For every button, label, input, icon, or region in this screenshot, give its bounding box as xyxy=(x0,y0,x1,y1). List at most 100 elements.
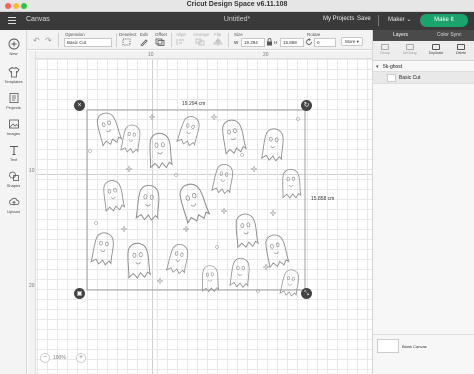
sidebar-item-label: Shapes xyxy=(6,183,21,188)
undo-icon[interactable]: ↶ xyxy=(33,36,40,45)
group-button[interactable]: Group xyxy=(375,44,395,55)
align-icon[interactable] xyxy=(176,38,186,46)
machine-label: Maker xyxy=(388,17,405,23)
tab-layers[interactable]: Layers xyxy=(393,32,408,38)
rotate-icon: ↻ xyxy=(303,102,310,109)
toolbar-divider xyxy=(171,33,172,47)
rotate-label: Rotate xyxy=(307,32,321,37)
text-icon xyxy=(9,146,18,155)
sidebar-item-label: Images xyxy=(6,131,21,136)
edit-icon[interactable] xyxy=(139,38,149,46)
lock-icon[interactable] xyxy=(266,38,273,46)
arrange-label: Arrange xyxy=(193,32,210,37)
panel-tabs: Layers Color Sync xyxy=(373,30,474,41)
size-label: Size xyxy=(234,32,243,37)
height-label: H xyxy=(274,40,278,45)
align-label: Align xyxy=(176,32,187,37)
operation-select[interactable]: Basic Cut xyxy=(64,38,112,47)
layer-thumbnail xyxy=(387,74,396,82)
more-button[interactable]: More ▾ xyxy=(341,37,363,46)
layer-group-name: 5k-ghost xyxy=(383,64,403,70)
toolbar-divider xyxy=(228,33,229,47)
sidebar-item-label: Upload xyxy=(7,209,20,214)
height-input[interactable]: 15.858 xyxy=(280,38,304,47)
layer-actions: Group UnGroup Duplicate Delete xyxy=(373,41,474,61)
duplicate-label: Duplicate xyxy=(428,51,444,55)
offset-icon[interactable] xyxy=(155,38,165,46)
group-icon xyxy=(381,44,389,50)
design-canvas[interactable]: 10 20 10 20 19.294 cm 15.858 cm × ↻ ▣ ⤡ … xyxy=(28,51,372,374)
delete-handle[interactable]: × xyxy=(74,100,85,111)
trash-icon xyxy=(457,44,465,50)
flip-icon[interactable] xyxy=(213,38,223,46)
app-window: Cricut Design Space v6.11.108 Canvas Unt… xyxy=(0,0,474,374)
layer-row[interactable]: Basic Cut xyxy=(373,72,474,84)
arrange-icon[interactable] xyxy=(195,38,205,46)
close-icon: × xyxy=(77,102,82,109)
resize-icon: ⤡ xyxy=(304,291,309,297)
window-title: Cricut Design Space v6.11.108 xyxy=(186,1,288,8)
group-label: Group xyxy=(380,51,390,55)
redo-icon[interactable]: ↷ xyxy=(45,36,52,45)
machine-selector[interactable]: Maker ⌄ xyxy=(388,16,411,23)
zoom-level: 100% xyxy=(53,355,66,361)
sidebar-item-new[interactable]: New xyxy=(0,38,27,56)
width-input[interactable]: 19.294 xyxy=(241,38,265,47)
projects-icon xyxy=(9,93,18,103)
rotate-icon xyxy=(306,38,312,45)
chevron-down-icon: ⌄ xyxy=(406,17,412,23)
zoom-out-button[interactable]: − xyxy=(40,353,50,363)
chevron-down-icon[interactable]: ▾ xyxy=(376,64,379,70)
deselect-icon[interactable] xyxy=(122,38,132,46)
sidebar-item-images[interactable]: Images xyxy=(0,118,27,136)
shapes-icon xyxy=(8,171,19,181)
ungroup-icon xyxy=(406,44,414,50)
operation-label: Operation xyxy=(65,32,85,37)
width-label: W xyxy=(234,40,239,45)
app-header: Canvas Untitled* My Projects Save Maker … xyxy=(0,12,474,30)
toolbar-divider xyxy=(116,33,117,47)
sidebar-item-templates[interactable]: Templates xyxy=(0,66,27,84)
sidebar-item-label: Templates xyxy=(4,79,23,84)
rotate-handle[interactable]: ↻ xyxy=(301,100,312,111)
layers-panel: Layers Color Sync Group UnGroup Duplicat… xyxy=(372,30,474,374)
delete-label: Delete xyxy=(455,51,467,55)
tab-color-sync[interactable]: Color Sync xyxy=(437,32,461,38)
window-titlebar: Cricut Design Space v6.11.108 xyxy=(0,0,474,12)
blank-canvas-label: Blank Canvas xyxy=(402,344,427,349)
offset-label: Offset xyxy=(155,32,167,37)
rotate-input[interactable]: 0 xyxy=(314,38,336,47)
save-button[interactable]: Save xyxy=(357,16,371,22)
sidebar-item-label: Projects xyxy=(6,105,21,110)
layer-name: Basic Cut xyxy=(399,75,421,81)
sidebar-item-upload[interactable]: Upload xyxy=(0,196,27,214)
height-dimension-label: 15.858 cm xyxy=(311,196,335,202)
shirt-icon xyxy=(7,67,20,78)
width-dimension-label: 19.294 cm xyxy=(182,101,206,107)
resize-handle[interactable]: ⤡ xyxy=(301,288,312,299)
edit-label: Edit xyxy=(140,32,148,37)
toolbar-divider xyxy=(58,33,59,47)
duplicate-button[interactable]: Duplicate xyxy=(426,44,446,55)
ungroup-label: UnGroup xyxy=(402,51,418,55)
make-it-button[interactable]: Make It xyxy=(420,14,468,27)
more-label: More xyxy=(345,39,356,44)
zoom-in-button[interactable]: + xyxy=(76,353,86,363)
blank-canvas-row[interactable]: Blank Canvas xyxy=(373,334,474,362)
ungroup-button[interactable]: UnGroup xyxy=(400,44,420,55)
selection-box xyxy=(86,109,306,291)
deselect-label: Deselect xyxy=(119,32,137,37)
duplicate-icon xyxy=(432,44,440,50)
flip-label: Flip xyxy=(214,32,222,37)
lock-handle[interactable]: ▣ xyxy=(74,288,85,299)
delete-button[interactable]: Delete xyxy=(451,44,471,55)
sidebar-item-label: New xyxy=(9,51,18,56)
my-projects-link[interactable]: My Projects xyxy=(323,16,354,22)
plus-icon xyxy=(8,38,19,50)
sidebar-item-projects[interactable]: Projects xyxy=(0,92,27,110)
sidebar-item-shapes[interactable]: Shapes xyxy=(0,170,27,188)
sidebar-item-text[interactable]: Text xyxy=(0,144,27,162)
layer-group-row[interactable]: ▾ 5k-ghost xyxy=(373,62,474,72)
ghost-pattern xyxy=(88,110,302,298)
left-sidebar: New Templates Projects Images Text Shape… xyxy=(0,30,27,374)
